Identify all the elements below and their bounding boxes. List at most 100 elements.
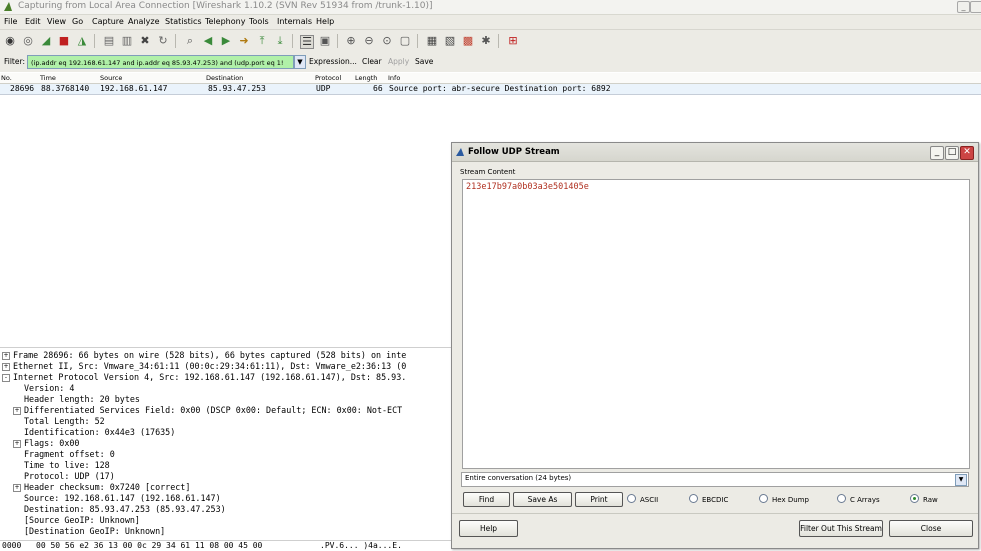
detail-tree-item[interactable]: Internet Protocol Version 4, Src: 192.16… [13,372,406,383]
zoom-normal-icon[interactable]: ⊙ [381,35,393,47]
interfaces-icon[interactable]: ◉ [4,35,16,47]
detail-tree-item[interactable]: Total Length: 52 [24,416,105,427]
go-to-packet-icon[interactable]: ➜ [238,35,250,47]
cell-info: Source port: abr-secure Destination port… [389,84,611,93]
go-back-icon[interactable]: ◀ [202,35,214,47]
filter-out-button[interactable]: Filter Out This Stream [799,520,883,537]
last-packet-icon[interactable]: ⤓ [274,35,286,47]
detail-tree-item[interactable]: Ethernet II, Src: Vmware_34:61:11 (00:0c… [13,361,406,372]
detail-tree-item[interactable]: Header checksum: 0x7240 [correct] [24,482,190,493]
help-icon[interactable]: ⊞ [507,35,519,47]
menu-go[interactable]: Go [72,17,83,26]
go-forward-icon[interactable]: ▶ [220,35,232,47]
clear-button[interactable]: Clear [362,57,382,66]
find-button[interactable]: Find [463,492,510,507]
capture-options-icon[interactable]: ◎ [22,35,34,47]
column-length[interactable]: Length [355,74,377,82]
menu-help[interactable]: Help [316,17,334,26]
detail-tree-item[interactable]: Destination: 85.93.47.253 (85.93.47.253) [24,504,226,515]
save-filter-button[interactable]: Save [415,57,433,66]
first-packet-icon[interactable]: ⤒ [256,35,268,47]
column-time[interactable]: Time [40,74,56,82]
menu-edit[interactable]: Edit [25,17,41,26]
menu-view[interactable]: View [47,17,66,26]
detail-tree-item[interactable]: Identification: 0x44e3 (17635) [24,427,175,438]
stop-capture-icon[interactable]: ■ [58,35,70,47]
detail-tree-item[interactable]: Differentiated Services Field: 0x00 (DSC… [24,405,402,416]
close-icon[interactable]: ✕ [960,146,974,160]
menu-internals[interactable]: Internals [277,17,312,26]
cell-time: 88.3768140 [41,84,90,93]
zoom-out-icon[interactable]: ⊖ [363,35,375,47]
toolbar-separator [417,34,418,48]
menu-tools[interactable]: Tools [249,17,269,26]
close-file-icon[interactable]: ✖ [139,35,151,47]
detail-tree-item[interactable]: Frame 28696: 66 bytes on wire (528 bits)… [13,350,406,361]
display-filters-icon[interactable]: ▧ [444,35,456,47]
radio-raw[interactable]: Raw [910,494,938,504]
detail-tree-item[interactable]: Source: 192.168.61.147 (192.168.61.147) [24,493,221,504]
menu-telephony[interactable]: Telephony [205,17,245,26]
filter-input[interactable]: (ip.addr eq 192.168.61.147 and ip.addr e… [27,55,294,69]
auto-scroll-icon[interactable]: ▣ [319,35,331,47]
restart-capture-icon[interactable]: ◮ [76,35,88,47]
close-icon[interactable] [970,1,981,13]
print-button[interactable]: Print [575,492,623,507]
expand-icon[interactable]: + [13,440,21,448]
chevron-down-icon[interactable]: ▼ [294,55,306,69]
detail-tree-item[interactable]: Fragment offset: 0 [24,449,115,460]
detail-tree-item[interactable]: Flags: 0x00 [24,438,79,449]
radio-ebcdic[interactable]: EBCDIC [689,494,728,504]
stream-content-area[interactable]: 213e17b97a0b03a3e501405e [462,179,970,469]
capture-filters-icon[interactable]: ▦ [426,35,438,47]
detail-tree-item[interactable]: Time to live: 128 [24,460,110,471]
expression-button[interactable]: Expression... [309,57,357,66]
save-file-icon[interactable]: ▥ [121,35,133,47]
expand-icon[interactable]: + [13,484,21,492]
find-packet-icon[interactable]: ⌕ [184,35,196,47]
expand-icon[interactable]: + [13,407,21,415]
conversation-select[interactable]: Entire conversation (24 bytes) ▼ [461,472,969,487]
maximize-icon[interactable]: □ [945,146,959,160]
column-no[interactable]: No. [1,74,12,82]
filter-label: Filter: [4,57,25,66]
detail-tree-item[interactable]: [Source GeoIP: Unknown] [24,515,140,526]
close-button[interactable]: Close [889,520,973,537]
detail-tree-item[interactable]: Protocol: UDP (17) [24,471,115,482]
title-bar: Capturing from Local Area Connection [Wi… [0,0,981,15]
collapse-icon[interactable]: - [2,374,10,382]
detail-tree-item[interactable]: Version: 4 [24,383,74,394]
menu-analyze[interactable]: Analyze [128,17,160,26]
detail-tree-item[interactable]: Header length: 20 bytes [24,394,140,405]
expand-icon[interactable]: + [2,352,10,360]
reload-icon[interactable]: ↻ [157,35,169,47]
coloring-rules-icon[interactable]: ▩ [462,35,474,47]
radio-hex-dump[interactable]: Hex Dump [759,494,809,504]
menu-capture[interactable]: Capture [92,17,124,26]
minimize-icon[interactable]: _ [930,146,944,160]
start-capture-icon[interactable]: ◢ [40,35,52,47]
table-row[interactable]: 28696 88.3768140 192.168.61.147 85.93.47… [0,84,981,95]
column-protocol[interactable]: Protocol [315,74,341,82]
apply-button[interactable]: Apply [388,57,409,66]
hex-ascii: .PV.6... )4a...E. [320,541,402,550]
column-info[interactable]: Info [388,74,400,82]
preferences-icon[interactable]: ✱ [480,35,492,47]
minimize-button[interactable]: _ [957,1,970,13]
menu-statistics[interactable]: Statistics [165,17,202,26]
dialog-title: Follow UDP Stream [468,147,560,157]
colorize-icon[interactable]: ☰ [300,35,314,49]
zoom-in-icon[interactable]: ⊕ [345,35,357,47]
menu-file[interactable]: File [4,17,17,26]
expand-icon[interactable]: + [2,363,10,371]
detail-tree-item[interactable]: [Destination GeoIP: Unknown] [24,526,165,537]
open-file-icon[interactable]: ▤ [103,35,115,47]
column-destination[interactable]: Destination [206,74,243,82]
column-source[interactable]: Source [100,74,122,82]
save-as-button[interactable]: Save As [513,492,572,507]
help-button[interactable]: Help [459,520,518,537]
resize-columns-icon[interactable]: ▢ [399,35,411,47]
radio-c-arrays[interactable]: C Arrays [837,494,880,504]
chevron-down-icon[interactable]: ▼ [955,474,967,486]
radio-ascii[interactable]: ASCII [627,494,658,504]
